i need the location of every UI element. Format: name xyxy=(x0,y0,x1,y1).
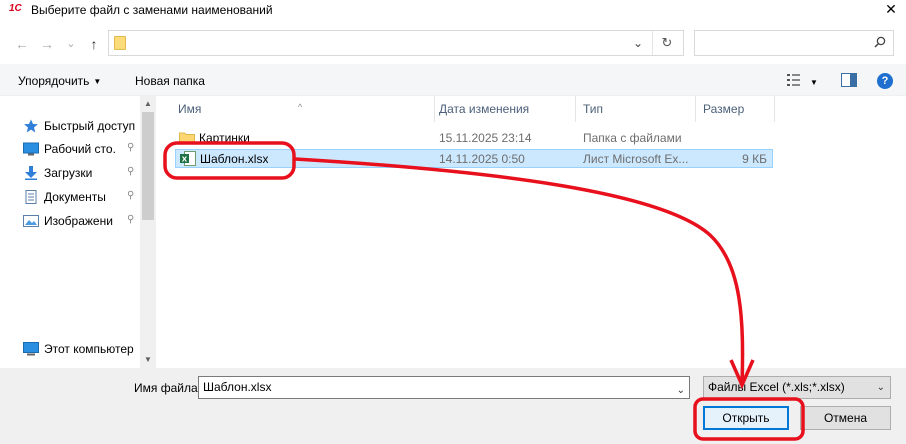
column-header-label: Имя xyxy=(178,102,202,116)
pin-icon[interactable]: ⚲ xyxy=(127,214,134,225)
command-bar: Упорядочить ▼ Новая папка ▼ ? xyxy=(0,64,906,96)
pictures-icon xyxy=(23,214,39,228)
column-header-type[interactable]: Тип xyxy=(575,96,695,122)
file-name: Картинки xyxy=(199,131,250,145)
documents-icon xyxy=(23,190,39,204)
sort-ascending-icon: ^ xyxy=(298,102,303,112)
refresh-icon[interactable]: ↻ xyxy=(659,35,675,51)
sidebar-item-quick-access[interactable]: Быстрый доступ xyxy=(23,116,143,136)
folder-icon xyxy=(179,130,195,145)
address-bar[interactable]: ⌄ ↻ xyxy=(108,30,684,56)
view-options-icon[interactable] xyxy=(786,73,802,87)
up-arrow-icon[interactable]: ↑ xyxy=(85,35,103,53)
star-icon xyxy=(23,119,39,133)
back-arrow-icon[interactable]: ← xyxy=(13,35,31,53)
sidebar-label: Изображени xyxy=(44,214,113,228)
file-size: 9 КБ xyxy=(742,152,767,166)
filename-label: Имя файла: xyxy=(134,381,201,395)
organize-label: Упорядочить xyxy=(18,74,90,88)
organize-dropdown-arrow-icon: ▼ xyxy=(93,77,102,86)
sidebar-label: Документы xyxy=(44,190,106,204)
sidebar-item-documents[interactable]: Документы ⚲ xyxy=(23,187,143,207)
sidebar-label: Этот компьютер xyxy=(44,342,134,356)
file-list: Имя ^ Дата изменения Тип Размер Картинки… xyxy=(170,96,906,368)
navigation-bar: ← → ⌄ ↑ ⌄ ↻ xyxy=(0,24,906,64)
help-icon[interactable]: ? xyxy=(877,73,893,89)
pin-icon[interactable]: ⚲ xyxy=(127,166,134,177)
forward-arrow-icon[interactable]: → xyxy=(38,35,56,53)
app-logo-icon: 1С xyxy=(9,3,22,14)
file-type-filter-select[interactable]: Файлы Excel (*.xls;*.xlsx) ⌄ xyxy=(703,376,891,399)
svg-text:X: X xyxy=(182,156,188,164)
search-input[interactable] xyxy=(694,30,894,56)
cancel-button[interactable]: Отмена xyxy=(800,406,891,430)
pin-icon[interactable]: ⚲ xyxy=(127,142,134,153)
sidebar-label: Рабочий сто. xyxy=(44,142,116,156)
column-header-date[interactable]: Дата изменения xyxy=(431,96,575,122)
pin-icon[interactable]: ⚲ xyxy=(127,190,134,201)
sidebar-item-desktop[interactable]: Рабочий сто. ⚲ xyxy=(23,139,143,159)
close-button[interactable]: ✕ xyxy=(876,0,906,20)
search-icon[interactable] xyxy=(873,36,887,50)
file-name: Шаблон.xlsx xyxy=(200,152,269,166)
view-dropdown-arrow-icon[interactable]: ▼ xyxy=(810,76,818,90)
scroll-down-arrow-icon[interactable]: ▼ xyxy=(140,352,156,368)
excel-file-icon: X xyxy=(180,151,196,166)
sidebar-label: Быстрый доступ xyxy=(44,119,136,133)
window-title: Выберите файл с заменами наименований xyxy=(31,3,273,17)
recent-locations-chevron-icon[interactable]: ⌄ xyxy=(62,35,80,53)
new-folder-button[interactable]: Новая папка xyxy=(135,74,205,88)
navigation-pane: Быстрый доступ Рабочий сто. ⚲ Загрузки ⚲… xyxy=(0,96,156,368)
filename-value: Шаблон.xlsx xyxy=(203,380,272,394)
column-separator[interactable] xyxy=(774,96,775,122)
desktop-icon xyxy=(23,142,39,156)
sidebar-scrollbar[interactable]: ▲ ▼ xyxy=(140,96,156,368)
download-icon xyxy=(23,166,39,180)
dialog-footer: Имя файла: Шаблон.xlsx ⌄ Файлы Excel (*.… xyxy=(0,368,906,444)
file-date: 15.11.2025 23:14 xyxy=(439,131,532,145)
scroll-up-arrow-icon[interactable]: ▲ xyxy=(140,96,156,112)
file-type: Папка с файлами xyxy=(583,131,682,145)
sidebar-label: Загрузки xyxy=(44,166,93,180)
sidebar-item-downloads[interactable]: Загрузки ⚲ xyxy=(23,163,143,183)
chevron-down-icon[interactable]: ⌄ xyxy=(677,380,685,401)
chevron-down-icon[interactable]: ⌄ xyxy=(631,36,645,50)
column-header-size[interactable]: Размер xyxy=(695,96,775,122)
file-type: Лист Microsoft Ex... xyxy=(583,152,689,166)
file-row-selected[interactable]: X Шаблон.xlsx 14.11.2025 0:50 Лист Micro… xyxy=(175,149,773,168)
preview-pane-icon[interactable] xyxy=(841,73,857,87)
address-separator xyxy=(652,31,653,55)
folder-icon xyxy=(114,36,126,50)
title-bar: 1С Выберите файл с заменами наименований… xyxy=(0,0,906,20)
sidebar-item-this-pc[interactable]: Этот компьютер xyxy=(23,339,143,359)
filename-input[interactable]: Шаблон.xlsx ⌄ xyxy=(198,376,690,399)
computer-icon xyxy=(23,342,39,356)
filter-value: Файлы Excel (*.xls;*.xlsx) xyxy=(708,380,845,394)
file-row-folder[interactable]: Картинки 15.11.2025 23:14 Папка с файлам… xyxy=(175,129,773,148)
scrollbar-thumb[interactable] xyxy=(142,112,154,220)
chevron-down-icon[interactable]: ⌄ xyxy=(877,377,885,398)
file-date: 14.11.2025 0:50 xyxy=(439,152,525,166)
column-header-name[interactable]: Имя ^ xyxy=(170,96,434,122)
organize-button[interactable]: Упорядочить ▼ xyxy=(18,74,101,89)
sidebar-item-pictures[interactable]: Изображени ⚲ xyxy=(23,211,143,231)
open-button[interactable]: Открыть xyxy=(703,406,789,430)
